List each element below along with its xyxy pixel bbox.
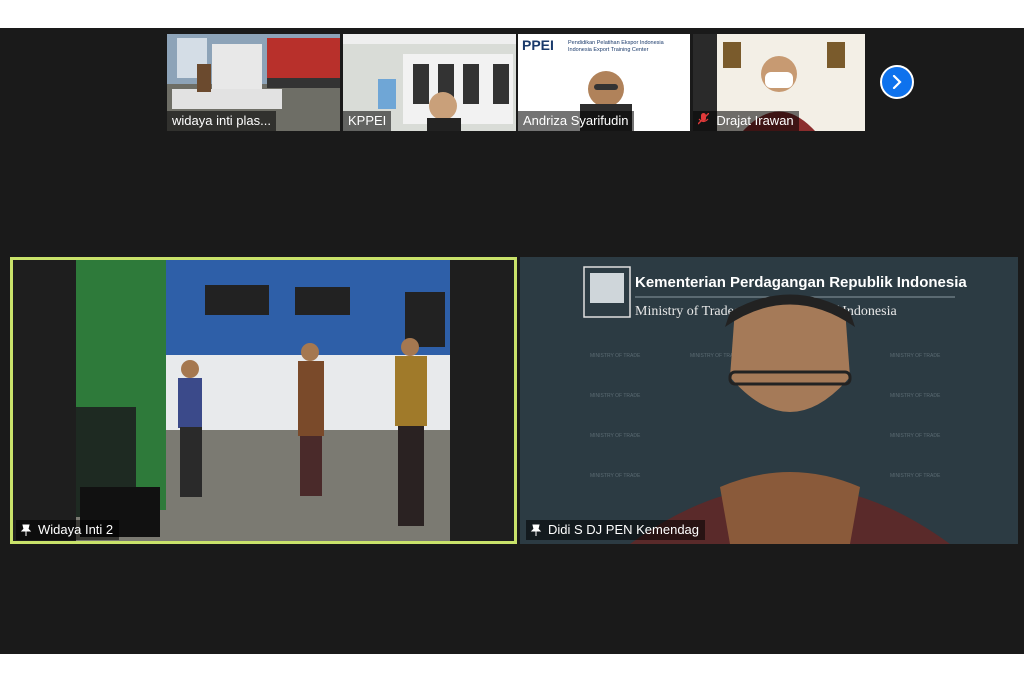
participant-tile-kppei[interactable]: KPPEI — [343, 34, 516, 131]
participant-tile-drajat[interactable]: Drajat Irawan — [693, 34, 865, 131]
participant-name: Andriza Syarifudin — [518, 111, 634, 131]
participant-tile-widaya-plas[interactable]: widaya inti plas... — [167, 34, 340, 131]
participant-label: Didi S DJ PEN Kemendag — [526, 520, 706, 540]
ppei-line2: Indonesia Export Training Center — [568, 47, 649, 53]
participant-tile-andriza[interactable]: PPEI Pendidikan Pelatihan Ekspor Indones… — [518, 34, 690, 131]
mic-off-icon — [697, 112, 712, 128]
watermark-text: MINISTRY OF TRADE — [590, 473, 641, 479]
watermark-text: MINISTRY OF TRADE — [590, 353, 641, 359]
participant-label: Widaya Inti 2 — [16, 520, 120, 540]
participant-name: KPPEI — [343, 111, 392, 131]
watermark-text: MINISTRY OF TRADE — [890, 473, 941, 479]
ministry-title-id: Kementerian Perdagangan Republik Indones… — [635, 274, 967, 291]
outdoor-video-feed — [10, 257, 517, 544]
meeting-gallery-view: widaya inti plas... KPPEI PPEI Pendidika… — [0, 28, 1024, 654]
chevron-right-icon — [892, 75, 902, 89]
ppei-line1: Pendidikan Pelatihan Ekspor Indonesia — [568, 40, 665, 46]
ppei-logo: PPEI — [522, 37, 554, 53]
watermark-text: MINISTRY OF TRADE — [890, 353, 941, 359]
speaker-tile-didi[interactable]: Kementerian Perdagangan Republik Indones… — [520, 257, 1018, 544]
participant-name: widaya inti plas... — [167, 111, 276, 131]
watermark-text: MINISTRY OF TRADE — [590, 393, 641, 399]
participant-name: Drajat Irawan — [693, 111, 799, 131]
watermark-text: MINISTRY OF TRADE — [890, 433, 941, 439]
participant-name: Didi S DJ PEN Kemendag — [548, 522, 700, 537]
participant-name: Widaya Inti 2 — [38, 522, 114, 537]
watermark-text: MINISTRY OF TRADE — [590, 433, 641, 439]
ministry-video-feed: Kementerian Perdagangan Republik Indones… — [520, 257, 1018, 544]
next-page-button[interactable] — [880, 65, 914, 99]
speaker-tile-widaya-inti-2[interactable]: Widaya Inti 2 — [10, 257, 517, 544]
pin-icon — [530, 524, 542, 536]
watermark-text: MINISTRY OF TRADE — [890, 393, 941, 399]
participant-name-text: Drajat Irawan — [716, 113, 794, 128]
pin-icon — [20, 524, 32, 536]
